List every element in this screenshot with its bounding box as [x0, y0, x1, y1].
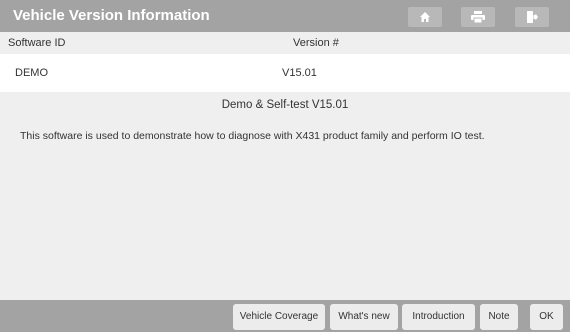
print-icon [471, 11, 485, 23]
note-button[interactable]: Note [480, 304, 518, 330]
cell-version: V15.01 [282, 67, 317, 79]
header-version: Version # [293, 37, 339, 49]
window-title: Vehicle Version Information [13, 7, 210, 24]
introduction-button[interactable]: Introduction [402, 304, 475, 330]
title-bar: Vehicle Version Information [0, 0, 570, 32]
home-button[interactable] [408, 7, 442, 27]
cell-software-id: DEMO [15, 67, 48, 79]
vehicle-coverage-button[interactable]: Vehicle Coverage [233, 304, 325, 330]
home-icon [420, 12, 430, 22]
whats-new-button[interactable]: What's new [330, 304, 398, 330]
print-button[interactable] [461, 7, 495, 27]
content-panel: Demo & Self-test V15.01 This software is… [0, 92, 570, 300]
ok-button[interactable]: OK [530, 304, 563, 330]
content-description: This software is used to demonstrate how… [20, 130, 485, 142]
footer-bar: Vehicle Coverage What's new Introduction… [0, 300, 570, 332]
table-row: DEMO V15.01 [0, 54, 570, 92]
exit-button[interactable] [515, 7, 549, 27]
header-software-id: Software ID [8, 37, 66, 49]
content-title: Demo & Self-test V15.01 [221, 99, 349, 111]
table-header: Software ID Version # [0, 32, 570, 54]
exit-icon [527, 11, 538, 23]
